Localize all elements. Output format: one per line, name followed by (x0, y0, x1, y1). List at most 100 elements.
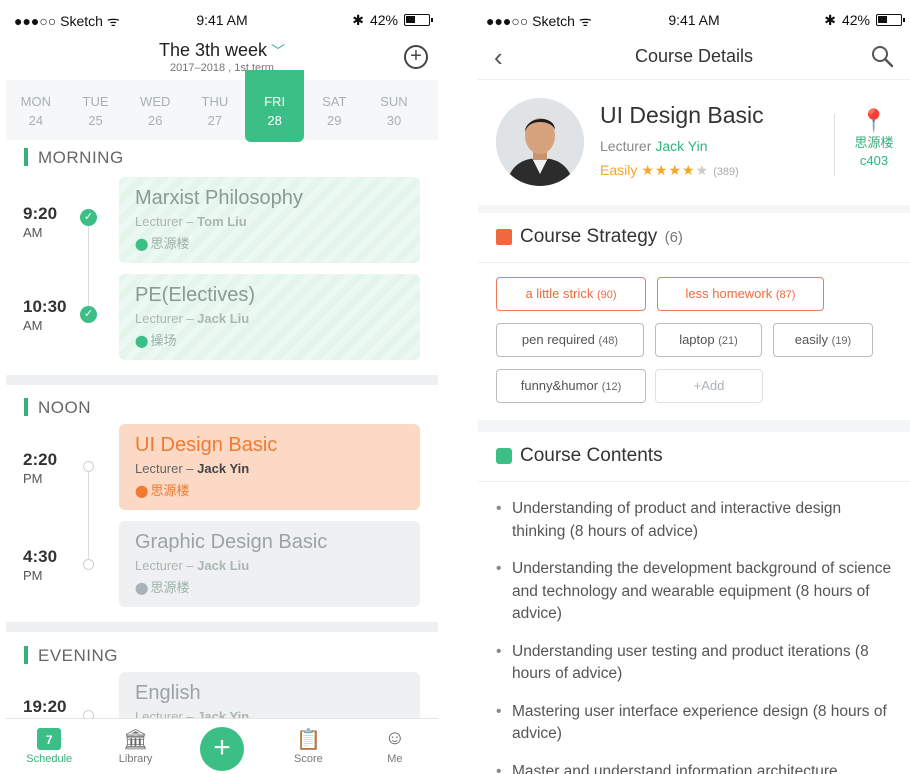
schedule-screen: ●●●○○ Sketch ᯤ 9:41 AM ✱ 42% The 3th wee… (6, 0, 438, 774)
day-thu[interactable]: THU 27 (185, 80, 245, 140)
battery-icon (876, 14, 905, 26)
contents-title: Course Contents (520, 445, 663, 466)
tag-label: pen required (521, 332, 595, 347)
user-icon: ☺ (384, 727, 406, 749)
day-name: THU (201, 94, 229, 109)
chevron-down-icon: ﹀ (271, 43, 286, 59)
building-name: 思源楼 (854, 135, 894, 150)
tag-label: less homework (685, 286, 773, 301)
day-number: 27 (207, 113, 223, 128)
bluetooth-icon: ✱ (824, 12, 836, 28)
class-name: UI Design Basic (135, 434, 278, 456)
tag-chip[interactable]: pen required (48) (496, 323, 644, 357)
location-name: 操场 (150, 333, 177, 348)
class-lecturer: Lecturer – Tom Liu (135, 214, 404, 229)
day-mon[interactable]: MON 24 (6, 80, 66, 140)
tag-label: easily (794, 332, 829, 347)
day-fri[interactable]: FRI 28 (244, 70, 305, 142)
tag-count: (87) (775, 289, 796, 301)
day-name: SUN (380, 94, 408, 109)
location-pin-icon: ⬤ (135, 581, 149, 595)
location-name: 思源楼 (150, 236, 190, 251)
tag-chip[interactable]: less homework (87) (657, 277, 824, 311)
tag-chip[interactable]: a little strick (90) (496, 277, 646, 311)
tag-count: (90) (596, 289, 617, 301)
day-strip: MON 24 TUE 25 WED 26 THU 27 FRI 28 SAT 29 SUN 3… (6, 70, 438, 142)
calendar-icon: 7 (6, 727, 92, 753)
contents-list: Understanding of product and interactive… (478, 482, 910, 774)
course-lecturer: Lecturer Jack Yin (600, 138, 708, 154)
check-icon: ✓ (80, 209, 97, 226)
tag-label: laptop (679, 332, 715, 347)
class-card-ui-design[interactable]: UI Design Basic Lecturer – Jack Yin ⬤ 思源楼 (119, 424, 420, 510)
add-tag-button[interactable]: +Add (655, 369, 763, 403)
location-name: 思源楼 (150, 580, 190, 595)
location-pin-icon: 📍 (860, 108, 888, 133)
tab-schedule[interactable]: 7 Schedule (6, 719, 92, 774)
time-value: 4:30 (23, 547, 58, 566)
book-icon (496, 229, 512, 245)
list-item: Understanding of product and interactive… (496, 498, 892, 543)
tab-library[interactable]: 🏛 Library (92, 719, 178, 774)
time-ampm: AM (23, 318, 43, 333)
avatar (496, 98, 584, 186)
class-name: English (135, 682, 201, 704)
class-card-marxist[interactable]: Marxist Philosophy Lecturer – Tom Liu ⬤ 思… (119, 177, 420, 263)
tag-label: a little strick (525, 286, 594, 301)
week-selector[interactable]: The 3th week ﹀ (6, 40, 438, 61)
location-pin-icon: ⬤ (135, 484, 149, 498)
class-card-pe[interactable]: PE(Electives) Lecturer – Jack Liu ⬤ 操场 (119, 274, 420, 360)
day-wed[interactable]: WED 26 (125, 80, 185, 140)
section-divider (6, 622, 438, 632)
class-time: 10:30 AM (23, 297, 66, 333)
tag-chip[interactable]: funny&humor (12) (496, 369, 646, 403)
tag-chip[interactable]: easily (19) (773, 323, 873, 357)
course-rating: Easily ★★★★★ (389) (600, 162, 739, 179)
lecturer-name: Tom Liu (197, 214, 247, 229)
class-location: ⬤ 操场 (135, 330, 404, 349)
day-number: 25 (88, 113, 103, 128)
class-time: 2:20 PM (23, 450, 57, 486)
day-tue[interactable]: TUE 25 (66, 80, 126, 140)
tab-add: + (179, 719, 265, 774)
lecturer-label: Lecturer – (135, 461, 198, 476)
search-icon[interactable] (870, 44, 894, 68)
time-ampm: AM (23, 225, 43, 240)
tab-score[interactable]: 📋 Score (265, 719, 351, 774)
class-card-graphic-design[interactable]: Graphic Design Basic Lecturer – Jack Liu… (119, 521, 420, 607)
day-sun[interactable]: SUN 30 (364, 80, 424, 140)
course-name: UI Design Basic (600, 102, 764, 128)
lecturer-name: Jack Liu (197, 311, 250, 326)
tab-me[interactable]: ☺ Me (352, 719, 438, 774)
section-marker (24, 148, 28, 166)
strategy-header: Course Strategy (6) (478, 213, 910, 263)
avatar-image (496, 98, 584, 186)
star-rating-icon: ★★★★★ (641, 162, 710, 178)
tag-chip[interactable]: laptop (21) (655, 323, 762, 357)
timeline-line (88, 470, 89, 562)
course-details-screen: ●●●○○ Sketch ᯤ 9:41 AM ✱ 42% ‹ Course De… (478, 0, 910, 774)
day-sat[interactable]: SAT 29 (304, 80, 364, 140)
day-name: SAT (322, 94, 347, 109)
lecturer-name: Jack Yin (655, 138, 708, 154)
course-location[interactable]: 📍 思源楼 c403 (838, 108, 910, 170)
section-noon: NOON (24, 398, 91, 418)
lecturer-label: Lecturer – (135, 311, 198, 326)
class-time: 9:20 AM (23, 204, 57, 240)
rating-count: (389) (713, 166, 739, 178)
class-lecturer: Lecturer – Jack Yin (135, 461, 404, 476)
page-title: Course Details (634, 46, 754, 66)
day-number: 26 (147, 113, 163, 128)
day-name: MON (20, 94, 52, 109)
time-value: 10:30 (23, 297, 67, 316)
add-course-button[interactable]: + (404, 45, 428, 69)
time-value: 19:20 (23, 697, 67, 716)
lecturer-label: Lecturer – (135, 214, 198, 229)
tag-count: (19) (831, 335, 852, 347)
course-contents-panel: Course Contents Understanding of product… (478, 432, 910, 774)
section-label: MORNING (38, 148, 124, 167)
clipboard-icon: 📋 (295, 729, 321, 751)
list-item: Master and understand information archit… (496, 761, 892, 774)
list-item: Mastering user interface experience desi… (496, 701, 892, 746)
add-button[interactable]: + (200, 727, 245, 771)
